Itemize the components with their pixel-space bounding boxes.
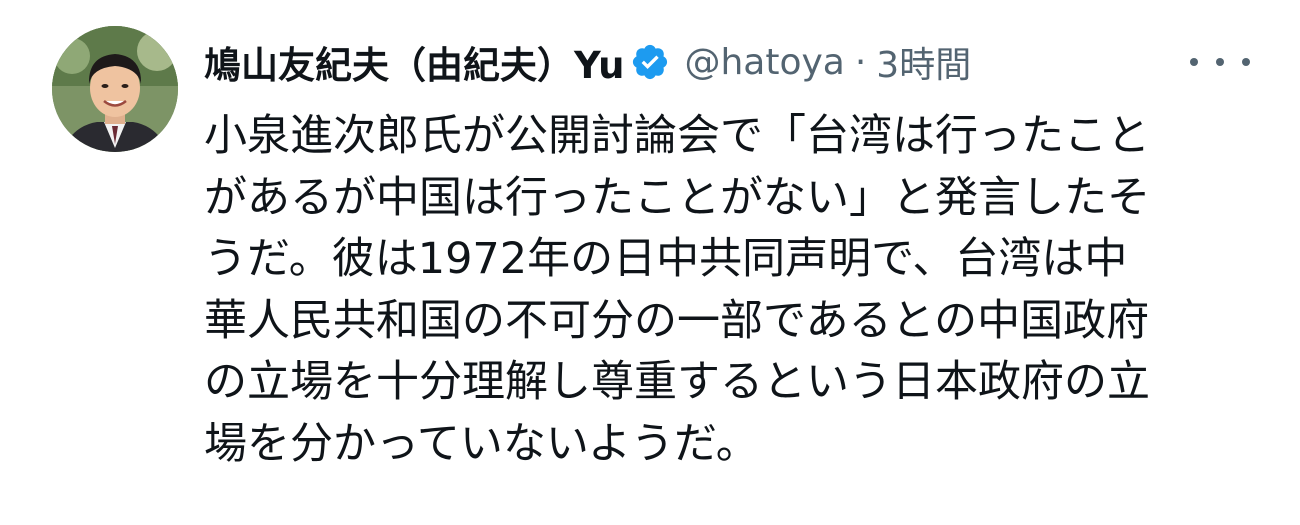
separator-dot: · (854, 41, 867, 83)
tweet-body-line: があるが中国は行ったことがない」と発言したそ (204, 172, 1150, 223)
tweet-body-line: 小泉進次郎氏が公開討論会で「台湾は行ったこと (204, 111, 1150, 161)
tweet[interactable]: 鳩山友紀夫（由紀夫）Yu @hatoya · 3時間 小泉進次郎氏が公開討論会で… (0, 0, 1300, 525)
tweet-header: 鳩山友紀夫（由紀夫）Yu @hatoya · 3時間 (204, 32, 1274, 92)
tweet-body-line: うだ。彼は1972年の日中共同声明で、台湾は中 (204, 234, 1128, 284)
tweet-body-line: の立場を十分理解し尊重するという日本政府の立 (204, 357, 1150, 407)
more-options-icon[interactable] (1190, 44, 1250, 80)
profile-photo (52, 26, 178, 152)
more-dot (1216, 58, 1224, 66)
tweet-body-line: 場を分かっていないようだ。 (204, 418, 759, 469)
tweet-body-line: 華人民共和国の不可分の一部であるとの中国政府 (204, 295, 1150, 346)
more-dot (1190, 58, 1198, 66)
tweet-timestamp[interactable]: 3時間 (876, 36, 971, 88)
verified-badge-icon[interactable] (630, 42, 670, 82)
more-dot (1242, 58, 1250, 66)
avatar[interactable] (52, 26, 178, 152)
tweet-body: 小泉進次郎氏が公開討論会で「台湾は行ったこと があるが中国は行ったことがない」と… (204, 106, 1264, 475)
author-handle[interactable]: @hatoya (684, 42, 844, 83)
author-display-name[interactable]: 鳩山友紀夫（由紀夫）Yu (204, 35, 624, 89)
